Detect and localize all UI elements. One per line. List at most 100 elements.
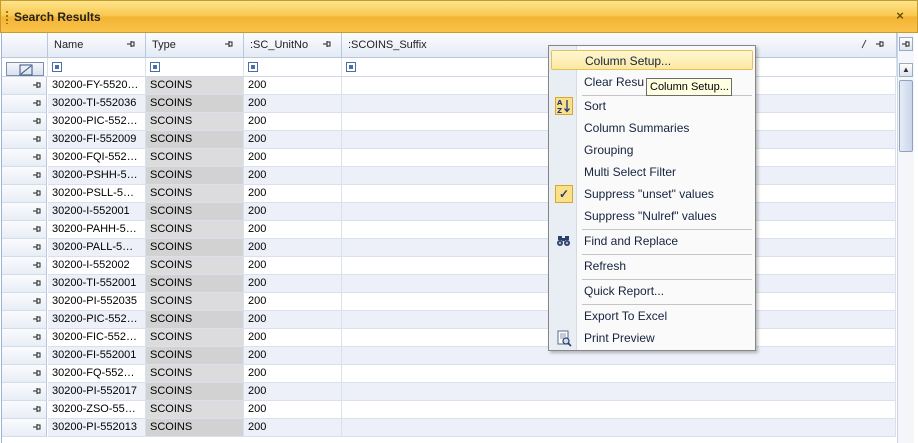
cell-name[interactable]: 30200-PI-552013 bbox=[48, 419, 146, 437]
pin-icon[interactable] bbox=[32, 152, 42, 164]
table-row[interactable]: 30200-I-552002 SCOINS 200 bbox=[2, 257, 897, 275]
cell-suffix[interactable] bbox=[342, 365, 896, 383]
row-selector[interactable] bbox=[2, 185, 47, 203]
pin-icon[interactable] bbox=[32, 422, 42, 434]
row-selector[interactable] bbox=[2, 113, 47, 131]
cell-type[interactable]: SCOINS bbox=[146, 185, 244, 203]
column-header-type[interactable]: Type bbox=[146, 33, 244, 58]
pin-icon[interactable] bbox=[32, 224, 42, 236]
scroll-up-button[interactable]: ▲ bbox=[899, 63, 913, 77]
pin-icon[interactable] bbox=[32, 116, 42, 128]
filter-cell-unit[interactable] bbox=[244, 58, 342, 77]
cell-name[interactable]: 30200-TI-552001 bbox=[48, 275, 146, 293]
pin-icon[interactable] bbox=[32, 170, 42, 182]
pin-icon[interactable] bbox=[875, 39, 885, 51]
table-row[interactable]: 30200-I-552001 SCOINS 200 bbox=[2, 203, 897, 221]
pin-icon[interactable] bbox=[32, 80, 42, 92]
cell-unit[interactable]: 200 bbox=[244, 383, 342, 401]
pin-icon[interactable] bbox=[32, 98, 42, 110]
row-selector[interactable] bbox=[2, 239, 47, 257]
row-selector[interactable] bbox=[2, 347, 47, 365]
cell-name[interactable]: 30200-I-552001 bbox=[48, 203, 146, 221]
filter-icon[interactable] bbox=[248, 62, 258, 72]
cell-unit[interactable]: 200 bbox=[244, 131, 342, 149]
row-selector[interactable] bbox=[2, 257, 47, 275]
pin-icon[interactable] bbox=[32, 206, 42, 218]
row-selector[interactable] bbox=[2, 383, 47, 401]
cell-type[interactable]: SCOINS bbox=[146, 311, 244, 329]
cell-type[interactable]: SCOINS bbox=[146, 113, 244, 131]
row-selector[interactable] bbox=[2, 275, 47, 293]
table-row[interactable]: 30200-PIC-552… SCOINS 200 bbox=[2, 113, 897, 131]
cell-unit[interactable]: 200 bbox=[244, 365, 342, 383]
row-selector[interactable] bbox=[2, 167, 47, 185]
cell-name[interactable]: 30200-PAHH-5… bbox=[48, 221, 146, 239]
row-selector[interactable] bbox=[2, 95, 47, 113]
column-header-unit[interactable]: :SC_UnitNo bbox=[244, 33, 342, 58]
table-row[interactable]: 30200-FY-5520… SCOINS 200 bbox=[2, 77, 897, 95]
table-row[interactable]: 30200-PI-552017 SCOINS 200 bbox=[2, 383, 897, 401]
cell-type[interactable]: SCOINS bbox=[146, 239, 244, 257]
pin-icon[interactable] bbox=[32, 260, 42, 272]
cell-unit[interactable]: 200 bbox=[244, 221, 342, 239]
cell-unit[interactable]: 200 bbox=[244, 401, 342, 419]
pin-icon[interactable] bbox=[32, 278, 42, 290]
cell-type[interactable]: SCOINS bbox=[146, 221, 244, 239]
cell-type[interactable]: SCOINS bbox=[146, 401, 244, 419]
cell-type[interactable]: SCOINS bbox=[146, 419, 244, 437]
filter-icon[interactable] bbox=[52, 62, 62, 72]
pin-icon[interactable] bbox=[32, 386, 42, 398]
table-row[interactable]: 30200-PALL-5… SCOINS 200 bbox=[2, 239, 897, 257]
pin-icon[interactable] bbox=[32, 350, 42, 362]
cell-unit[interactable]: 200 bbox=[244, 311, 342, 329]
cell-name[interactable]: 30200-PALL-5… bbox=[48, 239, 146, 257]
cell-unit[interactable]: 200 bbox=[244, 149, 342, 167]
menu-item-sort[interactable]: A Z Sort bbox=[551, 96, 753, 116]
pin-all-button[interactable] bbox=[899, 37, 913, 51]
cell-name[interactable]: 30200-TI-552036 bbox=[48, 95, 146, 113]
table-row[interactable]: 30200-TI-552036 SCOINS 200 bbox=[2, 95, 897, 113]
pin-icon[interactable] bbox=[126, 39, 136, 51]
cell-name[interactable]: 30200-I-552002 bbox=[48, 257, 146, 275]
cell-type[interactable]: SCOINS bbox=[146, 167, 244, 185]
table-row[interactable]: 30200-PSLL-5… SCOINS 200 bbox=[2, 185, 897, 203]
table-row[interactable]: 30200-FQ-552… SCOINS 200 bbox=[2, 365, 897, 383]
pin-icon[interactable] bbox=[32, 404, 42, 416]
row-selector[interactable] bbox=[2, 293, 47, 311]
cell-unit[interactable]: 200 bbox=[244, 293, 342, 311]
table-row[interactable]: 30200-FIC-552… SCOINS 200 bbox=[2, 329, 897, 347]
cell-name[interactable]: 30200-FI-552009 bbox=[48, 131, 146, 149]
menu-item-print-preview[interactable]: Print Preview bbox=[551, 328, 753, 348]
cell-type[interactable]: SCOINS bbox=[146, 347, 244, 365]
cell-unit[interactable]: 200 bbox=[244, 77, 342, 95]
menu-item-multi-select-filter[interactable]: Multi Select Filter bbox=[551, 162, 753, 182]
cell-type[interactable]: SCOINS bbox=[146, 293, 244, 311]
menu-item-column-setup[interactable]: Column Setup... bbox=[551, 50, 753, 70]
cell-type[interactable]: SCOINS bbox=[146, 149, 244, 167]
row-selector[interactable] bbox=[2, 329, 47, 347]
cell-type[interactable]: SCOINS bbox=[146, 131, 244, 149]
menu-item-suppress-nulref[interactable]: Suppress "Nulref" values bbox=[551, 206, 753, 226]
table-row[interactable]: 30200-PAHH-5… SCOINS 200 bbox=[2, 221, 897, 239]
cell-name[interactable]: 30200-FIC-552… bbox=[48, 329, 146, 347]
cell-unit[interactable]: 200 bbox=[244, 95, 342, 113]
row-selector[interactable] bbox=[2, 131, 47, 149]
column-header-name[interactable]: Name bbox=[48, 33, 146, 58]
menu-item-suppress-unset[interactable]: ✓ Suppress "unset" values bbox=[551, 184, 753, 204]
cell-unit[interactable]: 200 bbox=[244, 257, 342, 275]
menu-item-export-excel[interactable]: Export To Excel bbox=[551, 306, 753, 326]
clear-filter-button[interactable] bbox=[6, 62, 44, 76]
cell-name[interactable]: 30200-PSLL-5… bbox=[48, 185, 146, 203]
menu-item-find-replace[interactable]: Find and Replace bbox=[551, 231, 753, 251]
cell-name[interactable]: 30200-FY-5520… bbox=[48, 77, 146, 95]
filter-icon[interactable] bbox=[150, 62, 160, 72]
cell-type[interactable]: SCOINS bbox=[146, 365, 244, 383]
cell-type[interactable]: SCOINS bbox=[146, 275, 244, 293]
cell-type[interactable]: SCOINS bbox=[146, 257, 244, 275]
cell-name[interactable]: 30200-FQI-552… bbox=[48, 149, 146, 167]
close-button[interactable]: × bbox=[893, 8, 907, 24]
cell-suffix[interactable] bbox=[342, 401, 896, 419]
cell-type[interactable]: SCOINS bbox=[146, 383, 244, 401]
cell-name[interactable]: 30200-PI-552017 bbox=[48, 383, 146, 401]
cell-type[interactable]: SCOINS bbox=[146, 95, 244, 113]
